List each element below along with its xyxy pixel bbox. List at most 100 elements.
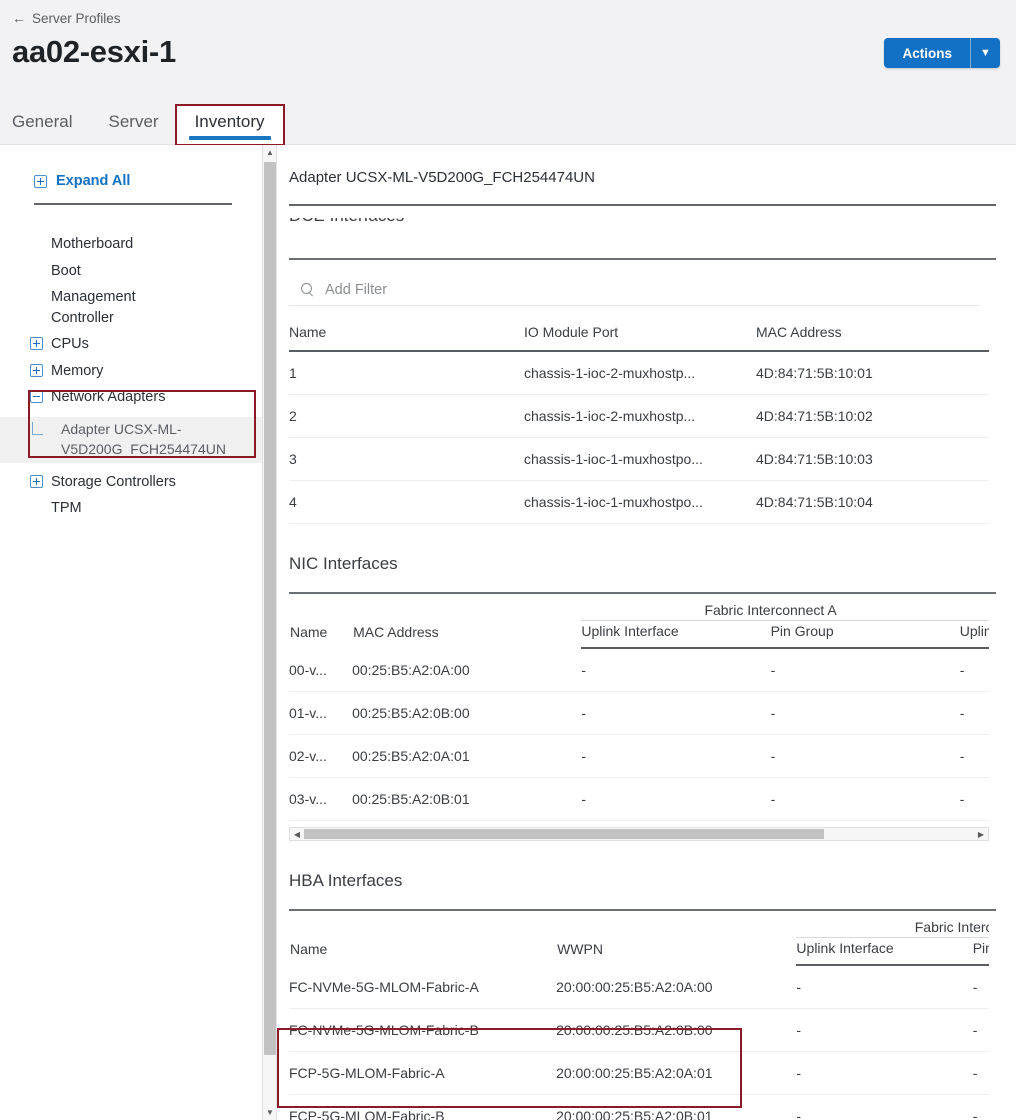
nic-col-name[interactable]: Name: [289, 594, 352, 648]
hba-col-pin-group[interactable]: Pin Grou: [972, 937, 989, 966]
expand-all-link[interactable]: Expand All: [34, 173, 276, 189]
title-rule: [289, 204, 996, 206]
table-row[interactable]: 00-v... 00:25:B5:A2:0A:00 - - -: [289, 648, 989, 692]
dce-filter-row[interactable]: Add Filter: [289, 282, 979, 306]
hba-cell-wwpn: 20:00:00:25:B5:A2:0B:01: [556, 1094, 797, 1120]
table-row[interactable]: 2 chassis-1-ioc-2-muxhostp... 4D:84:71:5…: [289, 394, 989, 438]
tab-inventory[interactable]: Inventory: [174, 104, 285, 146]
nic-horizontal-scrollbar[interactable]: ◀ ▶: [289, 827, 989, 841]
tab-server[interactable]: Server: [90, 106, 176, 144]
table-row[interactable]: FC-NVMe-5G-MLOM-Fabric-A 20:00:00:25:B5:…: [289, 965, 989, 1009]
sidebar-item-boot[interactable]: Boot: [0, 258, 276, 285]
table-row[interactable]: 02-v... 00:25:B5:A2:0A:01 - - -: [289, 734, 989, 778]
sidebar-scrollbar[interactable]: ▲ ▼: [262, 145, 276, 1120]
sidebar-item-label: Motherboard: [51, 236, 134, 252]
breadcrumb[interactable]: ← Server Profiles: [8, 8, 1000, 28]
nic-cell-pin-a: -: [770, 691, 960, 735]
sidebar-item-network-adapters[interactable]: Network Adapters: [0, 384, 276, 411]
content-area: Expand All Motherboard Boot Management C…: [0, 144, 1016, 1120]
nic-cell-name: 03-v...: [289, 777, 353, 821]
dce-filter-input[interactable]: Add Filter: [325, 282, 387, 298]
table-row[interactable]: 03-v... 00:25:B5:A2:0B:01 - - -: [289, 777, 989, 821]
plus-box-icon: [34, 174, 47, 188]
sidebar-item-memory[interactable]: Memory: [0, 358, 276, 385]
nic-cell-mac: 00:25:B5:A2:0A:00: [352, 648, 582, 692]
triangle-down-icon[interactable]: ▼: [263, 1105, 277, 1120]
adapter-title: Adapter UCSX-ML-V5D200G_FCH254474UN: [289, 169, 595, 186]
nic-cell-mac: 00:25:B5:A2:0B:01: [352, 777, 582, 821]
nic-cell-pin-a: -: [770, 777, 960, 821]
dce-cell-mac: 4D:84:71:5B:10:04: [756, 480, 989, 524]
sidebar-item-label: Storage Controllers: [51, 473, 176, 490]
actions-button[interactable]: Actions: [884, 38, 970, 68]
nic-col-pin-group-a[interactable]: Pin Group: [770, 620, 960, 649]
page-header: ← Server Profiles aa02-esxi-1 Actions ▼: [0, 0, 1016, 100]
chevron-down-icon[interactable]: ▼: [970, 38, 1000, 68]
plus-box-icon[interactable]: [30, 337, 43, 351]
sidebar-item-tpm[interactable]: TPM: [0, 495, 276, 522]
nic-cell-name: 01-v...: [289, 691, 353, 735]
table-row[interactable]: 4 chassis-1-ioc-1-muxhostpo... 4D:84:71:…: [289, 480, 989, 524]
sidebar-scrollbar-thumb[interactable]: [264, 162, 276, 1055]
nic-col-uplink-interface-a[interactable]: Uplink Interface: [581, 620, 771, 649]
dce-cell-name: 1: [289, 351, 524, 395]
dce-cell-port: chassis-1-ioc-2-muxhostp...: [524, 351, 756, 395]
sidebar-item-storage-controllers[interactable]: Storage Controllers: [0, 469, 276, 496]
inventory-tree: Motherboard Boot Management Controller C…: [0, 231, 276, 522]
triangle-right-icon[interactable]: ▶: [974, 828, 988, 840]
sidebar-divider: [34, 203, 232, 205]
triangle-left-icon[interactable]: ◀: [290, 828, 304, 840]
plus-box-icon[interactable]: [30, 363, 43, 377]
dce-cell-mac: 4D:84:71:5B:10:03: [756, 437, 989, 481]
nic-cell-uplink-a: -: [581, 691, 771, 735]
nic-col-mac-address[interactable]: MAC Address: [352, 594, 581, 648]
tab-general[interactable]: General: [8, 106, 90, 144]
dce-rule: [289, 258, 996, 260]
nic-col-uplink-interface-b[interactable]: Uplink Interface: [959, 620, 989, 649]
sidebar-item-label: Network Adapters: [51, 389, 166, 406]
table-row[interactable]: FCP-5G-MLOM-Fabric-B 20:00:00:25:B5:A2:0…: [289, 1094, 989, 1120]
breadcrumb-label[interactable]: Server Profiles: [32, 11, 121, 26]
nic-cell-name: 02-v...: [289, 734, 353, 778]
hba-cell-name: FCP-5G-MLOM-Fabric-B: [289, 1094, 557, 1120]
triangle-up-icon[interactable]: ▲: [263, 145, 277, 160]
sidebar-item-label: Adapter UCSX-ML-V5D200G_FCH254474UN: [61, 421, 226, 457]
nic-cell-uplink-a: -: [581, 648, 771, 692]
nic-section-title: NIC Interfaces: [289, 554, 398, 573]
hba-section-title: HBA Interfaces: [289, 871, 403, 890]
table-row[interactable]: 1 chassis-1-ioc-2-muxhostp... 4D:84:71:5…: [289, 351, 989, 395]
hba-cell-wwpn: 20:00:00:25:B5:A2:0A:00: [556, 965, 797, 1009]
sidebar-item-motherboard[interactable]: Motherboard: [0, 231, 276, 258]
sidebar-item-adapter[interactable]: Adapter UCSX-ML-V5D200G_FCH254474UN: [0, 417, 276, 463]
dce-cell-port: chassis-1-ioc-1-muxhostpo...: [524, 480, 756, 524]
sidebar-item-cpus[interactable]: CPUs: [0, 331, 276, 358]
hba-cell-pin: -: [972, 1008, 989, 1052]
hba-col-name[interactable]: Name: [289, 911, 556, 965]
hba-col-wwpn[interactable]: WWPN: [556, 911, 796, 965]
sidebar-item-label: CPUs: [51, 336, 89, 353]
nic-cell-uplink-b: -: [959, 691, 989, 735]
minus-box-icon[interactable]: [30, 390, 43, 404]
search-icon: [301, 283, 315, 297]
tab-bar: General Server Inventory: [0, 100, 1016, 146]
sidebar-item-label: Memory: [51, 362, 104, 379]
dce-cell-port: chassis-1-ioc-2-muxhostp...: [524, 394, 756, 438]
table-row[interactable]: 3 chassis-1-ioc-1-muxhostpo... 4D:84:71:…: [289, 437, 989, 481]
dce-col-mac-address[interactable]: MAC Address: [756, 310, 989, 352]
nic-cell-pin-a: -: [770, 734, 960, 778]
dce-cell-name: 3: [289, 437, 524, 481]
table-row[interactable]: FCP-5G-MLOM-Fabric-A 20:00:00:25:B5:A2:0…: [289, 1051, 989, 1095]
sidebar-item-management-controller[interactable]: Management Controller: [0, 284, 276, 331]
dce-cell-port: chassis-1-ioc-1-muxhostpo...: [524, 437, 756, 481]
actions-button-group[interactable]: Actions ▼: [884, 38, 1000, 68]
tree-connector-icon: [30, 422, 43, 438]
nic-cell-uplink-b: -: [959, 648, 989, 692]
dce-col-io-module-port[interactable]: IO Module Port: [524, 310, 756, 352]
plus-box-icon[interactable]: [30, 474, 43, 488]
dce-col-name[interactable]: Name: [289, 310, 524, 352]
hba-col-uplink-interface[interactable]: Uplink Interface: [796, 937, 973, 966]
nic-table-viewport: Name MAC Address Fabric Interconnect A F…: [289, 594, 989, 821]
nic-scrollbar-thumb[interactable]: [304, 829, 824, 839]
table-row[interactable]: 01-v... 00:25:B5:A2:0B:00 - - -: [289, 691, 989, 735]
table-row[interactable]: FC-NVMe-5G-MLOM-Fabric-B 20:00:00:25:B5:…: [289, 1008, 989, 1052]
